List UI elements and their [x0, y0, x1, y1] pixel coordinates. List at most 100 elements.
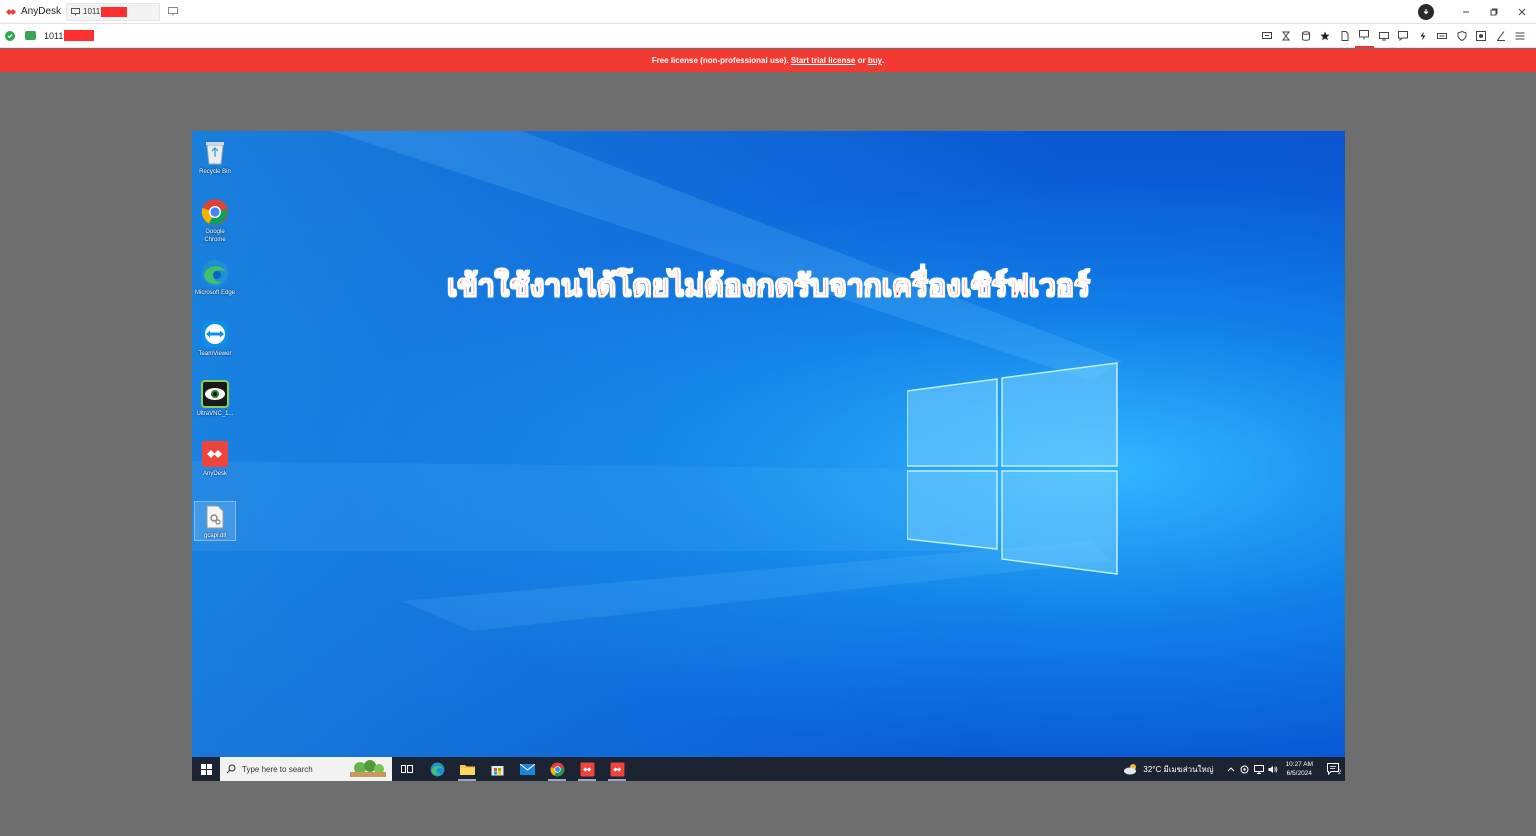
mail-icon — [519, 763, 535, 775]
new-tab-icon — [168, 7, 178, 16]
cloudy-weather-icon — [1124, 764, 1137, 775]
taskbar-clock[interactable]: 10:27 AM 6/5/2024 — [1286, 760, 1313, 778]
tab-label: 1011 — [83, 7, 101, 16]
taskbar-chrome[interactable] — [542, 757, 572, 781]
session-tab[interactable]: 1011 — [66, 2, 160, 21]
desktop-icon-ultravnc[interactable]: UltraVNC_1... — [194, 379, 236, 418]
search-highlight-art-icon — [346, 759, 390, 779]
window-controls — [1418, 0, 1536, 24]
start-button[interactable] — [192, 757, 220, 781]
favorite-button[interactable] — [1316, 24, 1336, 48]
license-banner: Free license (non-professional use). Sta… — [0, 49, 1536, 72]
address-input[interactable]: 1011 — [44, 28, 1244, 44]
restore-icon — [1490, 8, 1498, 16]
app-brand[interactable]: AnyDesk — [0, 0, 64, 24]
search-icon — [226, 764, 236, 774]
weather-text: 32°C มีเมฆส่วนใหญ่ — [1143, 764, 1214, 774]
whiteboard-button[interactable] — [1491, 24, 1511, 48]
storage-button[interactable] — [1296, 24, 1316, 48]
monitor-icon — [1359, 30, 1370, 40]
privacy-button[interactable] — [1452, 24, 1472, 48]
star-icon — [1320, 31, 1330, 41]
display-icon — [1261, 32, 1272, 39]
recycle-bin-icon — [200, 137, 230, 167]
minimize-button[interactable] — [1452, 0, 1480, 24]
actions-button[interactable] — [1413, 24, 1433, 48]
show-hidden-icons-button[interactable] — [1224, 757, 1238, 781]
redacted-address — [64, 30, 95, 41]
file-transfer-button[interactable] — [1335, 24, 1355, 48]
start-trial-link[interactable]: Start trial license — [791, 56, 855, 65]
lightning-icon — [1420, 31, 1426, 41]
weather-widget[interactable]: 32°C มีเมฆส่วนใหญ่ — [1123, 763, 1214, 776]
chrome-icon — [549, 762, 564, 776]
title-bar: AnyDesk 1011 — [0, 0, 1536, 24]
new-tab-button[interactable] — [166, 5, 180, 19]
record-icon — [1476, 31, 1487, 41]
desktop-icon-label: UltraVNC_1... — [196, 411, 234, 417]
tray-app-button[interactable] — [1238, 757, 1252, 781]
window-button[interactable] — [1374, 24, 1394, 48]
taskbar-mail[interactable] — [512, 757, 542, 781]
chat-icon — [1398, 31, 1409, 41]
display-button[interactable] — [1257, 24, 1277, 48]
close-button[interactable] — [1508, 0, 1536, 24]
desktop-icon-label: AnyDesk — [202, 471, 227, 477]
taskbar-store[interactable] — [482, 757, 512, 781]
taskbar-anydesk-2[interactable] — [602, 757, 632, 781]
download-button[interactable] — [1418, 4, 1434, 20]
banner-or: or — [857, 56, 866, 65]
speaker-icon — [1268, 765, 1277, 773]
address-bar: 1011 — [0, 24, 1536, 48]
record-button[interactable] — [1472, 24, 1492, 48]
chevron-up-icon — [1227, 767, 1234, 772]
session-chat-icon[interactable] — [25, 31, 36, 40]
task-view-icon — [401, 765, 413, 773]
desktop-icon-recycle-bin[interactable]: Recycle Bin — [194, 137, 236, 176]
wait-button[interactable] — [1277, 24, 1297, 48]
task-view-button[interactable] — [392, 757, 422, 781]
wallpaper-light-beams — [192, 131, 1122, 631]
windows-wallpaper-logo — [907, 362, 1118, 575]
taskbar-anydesk-1[interactable] — [572, 757, 602, 781]
system-tray: 32°C มีเมฆส่วนใหญ่ 10:27 AM 6/5/2024 2 — [1123, 757, 1345, 781]
database-icon — [1301, 31, 1310, 41]
desktop-icon-label: Google Chrome — [204, 229, 226, 243]
ultravnc-icon — [200, 379, 230, 409]
network-button[interactable] — [1252, 757, 1266, 781]
edge-icon — [430, 762, 444, 776]
tray-app-icon — [1240, 765, 1249, 773]
download-icon — [1423, 9, 1429, 15]
taskbar-edge[interactable] — [422, 757, 452, 781]
desktop-icon-microsoft-edge[interactable]: Microsoft Edge — [194, 258, 236, 297]
desktop-icon-label: Microsoft Edge — [194, 290, 236, 296]
desktop-icon-label: Recycle Bin — [199, 169, 231, 175]
volume-button[interactable] — [1266, 757, 1280, 781]
keyboard-button[interactable] — [1433, 24, 1453, 48]
monitor-button[interactable] — [1354, 24, 1374, 48]
taskbar-search-box[interactable]: Type here to search — [220, 757, 392, 781]
store-icon — [491, 765, 503, 775]
monitor-icon — [71, 7, 80, 15]
app-name: AnyDesk — [21, 6, 62, 17]
teamviewer-icon — [200, 319, 230, 349]
chat-button[interactable] — [1394, 24, 1414, 48]
desktop-icon-gcapi-dll[interactable]: gcapi.dll — [194, 501, 236, 541]
hourglass-icon — [1282, 31, 1291, 41]
anydesk-window: AnyDesk 1011 1011 Free license (non-prof… — [0, 0, 1536, 836]
anydesk-logo-icon — [6, 8, 16, 15]
anydesk-icon — [580, 762, 594, 776]
menu-button[interactable] — [1511, 24, 1531, 48]
clock-time: 10:27 AM — [1285, 761, 1313, 768]
buy-link[interactable]: buy — [868, 56, 882, 65]
desktop-icon-teamviewer[interactable]: TeamViewer — [194, 319, 236, 358]
windows-taskbar: Type here to search 32°C มีเมฆส่วนใหญ่ 1… — [192, 757, 1345, 781]
clock-date: 6/5/2024 — [1286, 770, 1312, 777]
restore-button[interactable] — [1480, 0, 1508, 24]
network-icon — [1253, 764, 1264, 774]
desktop-icon-anydesk[interactable]: AnyDesk — [194, 439, 236, 478]
desktop-icon-google-chrome[interactable]: Google Chrome — [194, 197, 236, 244]
notification-center-button[interactable]: 2 — [1323, 757, 1345, 781]
taskbar-file-explorer[interactable] — [452, 757, 482, 781]
remote-desktop-view[interactable]: เข้าใช้งานได้โดยไม่ต้องกดรับจากเครื่องเซ… — [192, 131, 1345, 781]
